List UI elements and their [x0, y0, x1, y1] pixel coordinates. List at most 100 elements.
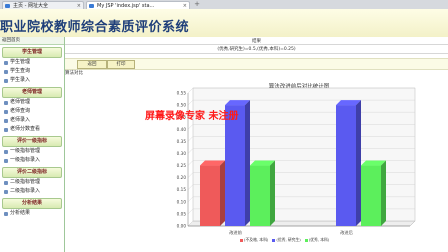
formula-caption: (优秀,研究生)=0.5,(优秀,本科)=0.25) — [217, 47, 296, 52]
sidebar-item-label: 老师查询 — [10, 108, 31, 114]
grid-line-side — [187, 136, 194, 142]
grid-line-side — [187, 208, 194, 215]
bullet-icon — [4, 118, 8, 123]
y-tick-label: 0.30 — [177, 151, 187, 156]
legend-swatch — [240, 238, 243, 242]
sidebar-item-label: 一级指标管理 — [10, 148, 41, 154]
sidebar-item-label: 二级指标录入 — [10, 188, 41, 194]
grid-line-side — [187, 172, 194, 178]
sidebar-item[interactable]: 老师分数查看 — [2, 125, 62, 134]
button-row: 返回 打印 — [65, 58, 448, 70]
bar — [336, 105, 356, 226]
sidebar-item[interactable]: 学生管理 — [2, 58, 62, 67]
sidebar-group-teachers: 老师管理 老师管理 老师查询 老师录入 老师分数查看 — [2, 87, 62, 134]
bar-chart: 算法改进前后对比统计图 0.00 0.05 0.10 0.15 0.20 0.25 0.30 0… — [165, 79, 440, 252]
bullet-icon — [4, 158, 8, 163]
bar — [250, 165, 270, 226]
y-tick-label: 0.35 — [177, 139, 187, 144]
watermark-text: 屏幕录像专家 未注册 — [145, 111, 239, 122]
bar — [361, 165, 381, 226]
chart-svg: 算法改进前后对比统计图0.000.050.100.150.200.250.300… — [177, 82, 416, 236]
legend-item: (优秀, 本科) — [304, 237, 330, 243]
bar-side — [220, 160, 225, 226]
bar-side — [270, 160, 275, 226]
bullet-icon — [4, 180, 8, 185]
bar-side — [356, 100, 361, 226]
sidebar-item[interactable]: 老师管理 — [2, 98, 62, 107]
chart-legend: (不及格, 本科) (优秀, 研究生) (优秀, 本科) — [240, 237, 329, 243]
browser-tab-home[interactable]: 主页 - 网址大全 × — [2, 1, 84, 9]
sidebar-group-level2: 评价二级指标 二级指标管理 二级指标录入 — [2, 167, 62, 196]
bullet-icon — [4, 211, 8, 216]
divider — [65, 53, 448, 54]
y-tick-label: 0.05 — [177, 211, 187, 216]
sidebar-item-label: 二级指标管理 — [10, 179, 41, 185]
sidebar-item[interactable]: 一级指标录入 — [2, 156, 62, 165]
legend-label: (不及格, 本科) — [244, 237, 269, 242]
x-tick-label: 改进后 — [340, 229, 353, 236]
bullet-icon — [4, 149, 8, 154]
sidebar-item-label: 分析结果 — [10, 210, 31, 216]
grid-line-side — [187, 148, 194, 154]
sidebar-group-analysis: 分析结果 分析结果 — [2, 198, 62, 218]
legend-label: (优秀, 本科) — [308, 237, 330, 242]
y-tick-label: 0.20 — [177, 175, 187, 180]
sidebar-group-title[interactable]: 评价一级指标 — [2, 136, 62, 147]
sidebar-item-label: 一级指标录入 — [10, 157, 41, 163]
bar-side — [245, 100, 250, 226]
bar-side — [381, 160, 386, 226]
sidebar: 返回首页 学生管理 学生管理 学生查询 学生录入 老师管理 老师管理 老师查询 … — [0, 37, 65, 252]
section-label: 算法对比 — [65, 71, 83, 76]
bullet-icon — [4, 189, 8, 194]
bullet-icon — [4, 109, 8, 114]
grid-line-side — [187, 184, 194, 190]
new-tab-button[interactable]: + — [192, 1, 202, 9]
sidebar-group-level1: 评价一级指标 一级指标管理 一级指标录入 — [2, 136, 62, 165]
sidebar-item[interactable]: 老师查询 — [2, 107, 62, 116]
app-header: 职业院校教师综合素质评价系统 — [0, 9, 448, 38]
bullet-icon — [4, 69, 8, 74]
sidebar-item[interactable]: 学生录入 — [2, 76, 62, 85]
bar — [225, 105, 245, 226]
print-button[interactable]: 打印 — [107, 60, 135, 69]
sidebar-group-title[interactable]: 分析结果 — [2, 198, 62, 209]
sidebar-item-label: 学生管理 — [10, 59, 31, 65]
x-tick-label: 改进前 — [229, 229, 242, 236]
sidebar-item[interactable]: 二级指标管理 — [2, 178, 62, 187]
sidebar-item[interactable]: 学生查询 — [2, 67, 62, 76]
sidebar-item[interactable]: 一级指标管理 — [2, 147, 62, 156]
sidebar-home-link[interactable]: 返回首页 — [0, 37, 64, 45]
close-icon[interactable]: × — [77, 2, 81, 9]
legend-item: (不及格, 本科) — [240, 237, 268, 243]
y-tick-label: 0.25 — [177, 163, 187, 168]
grid-line-side — [187, 99, 194, 106]
sidebar-group-title[interactable]: 学生管理 — [2, 47, 62, 58]
grid-line-side — [187, 160, 194, 166]
back-button[interactable]: 返回 — [77, 60, 107, 69]
y-tick-label: 0.55 — [177, 91, 187, 96]
grid-line-side — [187, 87, 194, 94]
sidebar-group-title[interactable]: 评价二级指标 — [2, 167, 62, 178]
legend-label: (优秀, 研究生) — [276, 237, 301, 242]
bullet-icon — [4, 127, 8, 132]
sidebar-item[interactable]: 二级指标录入 — [2, 187, 62, 196]
y-tick-label: 0.10 — [177, 199, 187, 204]
bullet-icon — [4, 100, 8, 105]
divider — [65, 44, 448, 45]
sidebar-item-label: 老师录入 — [10, 117, 31, 123]
y-tick-label: 0.40 — [177, 127, 187, 132]
legend-swatch — [304, 238, 308, 242]
y-tick-label: 0.00 — [177, 224, 187, 229]
sidebar-item[interactable]: 老师录入 — [2, 116, 62, 125]
sidebar-item-label: 老师分数查看 — [10, 126, 41, 132]
close-icon[interactable]: × — [183, 2, 187, 9]
browser-tab-index[interactable]: My JSP 'index.jsp' sta... × — [86, 1, 190, 9]
sidebar-item-label: 学生查询 — [10, 68, 31, 74]
sidebar-item[interactable]: 分析结果 — [2, 209, 62, 218]
y-tick-label: 0.15 — [177, 187, 187, 192]
grid-line-side — [187, 124, 194, 130]
sidebar-item-label: 老师管理 — [10, 99, 31, 105]
sidebar-group-title[interactable]: 老师管理 — [2, 87, 62, 98]
browser-tab-bar: 主页 - 网址大全 × My JSP 'index.jsp' sta... × … — [0, 0, 448, 9]
page-icon — [5, 4, 10, 8]
